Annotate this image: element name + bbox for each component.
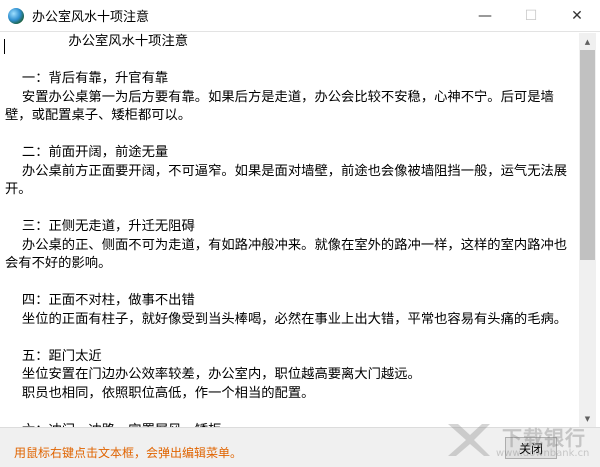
text-line: 安置办公桌第一为后方要有靠。如果后方是走道，办公会比较不安稳，心神不宁。后可是墙… [5, 89, 554, 124]
text-line: 二：前面开阔，前途无量 [5, 145, 169, 160]
text-caret [4, 39, 5, 54]
globe-app-icon [8, 7, 24, 24]
minimize-button[interactable]: — [462, 0, 508, 31]
text-line: 四：正面不对柱，做事不出错 [5, 293, 195, 308]
text-line: 办公室风水十项注意 [5, 34, 189, 49]
text-line [5, 274, 577, 293]
title-bar: 办公室风水十项注意 — ☐ ✕ [0, 0, 600, 31]
minimize-icon: — [478, 7, 492, 24]
window-title: 办公室风水十项注意 [32, 10, 150, 25]
scrollbar-thumb[interactable] [580, 50, 595, 260]
close-window-button[interactable]: ✕ [554, 0, 600, 31]
text-line: 五：距门太近 [5, 348, 102, 364]
maximize-button[interactable]: ☐ [508, 0, 554, 31]
text-line [5, 329, 577, 348]
text-line [5, 200, 577, 219]
maximize-icon: ☐ [524, 7, 538, 24]
text-line: 坐位的正面有柱子，就好像受到当头棒喝，必然在事业上出大错，平常也容易有头痛的毛病… [5, 311, 568, 327]
scroll-up-arrow-icon[interactable]: ▲ [579, 33, 596, 50]
footer-bar: 用鼠标右键点击文本框，会弹出编辑菜单。 关闭 [0, 427, 600, 467]
text-line: 坐位安置在门边办公效率较差，办公室内，职位越高要离大门越远。 [5, 367, 421, 382]
window-controls: — ☐ ✕ [462, 0, 600, 31]
text-line: 办公桌的正、侧面不可为走道，有如路冲般冲来。就像在室外的路冲一样，这样的室内路冲… [5, 237, 568, 272]
content-area: 办公室风水十项注意 一：背后有靠，升官有靠 安置办公桌第一为后方要有靠。如果后方… [0, 31, 600, 428]
text-line [5, 126, 577, 145]
hint-text: 用鼠标右键点击文本框，会弹出编辑菜单。 [14, 446, 243, 460]
text-line [5, 52, 577, 71]
text-line: 一：背后有靠，升官有靠 [5, 71, 169, 86]
scroll-down-arrow-icon[interactable]: ▼ [579, 410, 596, 427]
close-button[interactable]: 关闭 [505, 437, 557, 459]
close-icon: ✕ [571, 7, 583, 24]
text-line: 三：正侧无走道，升迁无阻碍 [5, 219, 195, 234]
text-line: 办公桌前方正面要开阔，不可逼窄。如果是面对墙壁，前途也会像被墙阻挡一般，运气无法… [5, 163, 568, 198]
text-line: 职员也相同，依照职位高低，作一个相当的配置。 [5, 385, 315, 401]
vertical-scrollbar[interactable]: ▲ ▼ [579, 33, 596, 427]
text-box[interactable]: 办公室风水十项注意 一：背后有靠，升官有靠 安置办公桌第一为后方要有靠。如果后方… [1, 33, 577, 427]
text-line [5, 403, 577, 422]
